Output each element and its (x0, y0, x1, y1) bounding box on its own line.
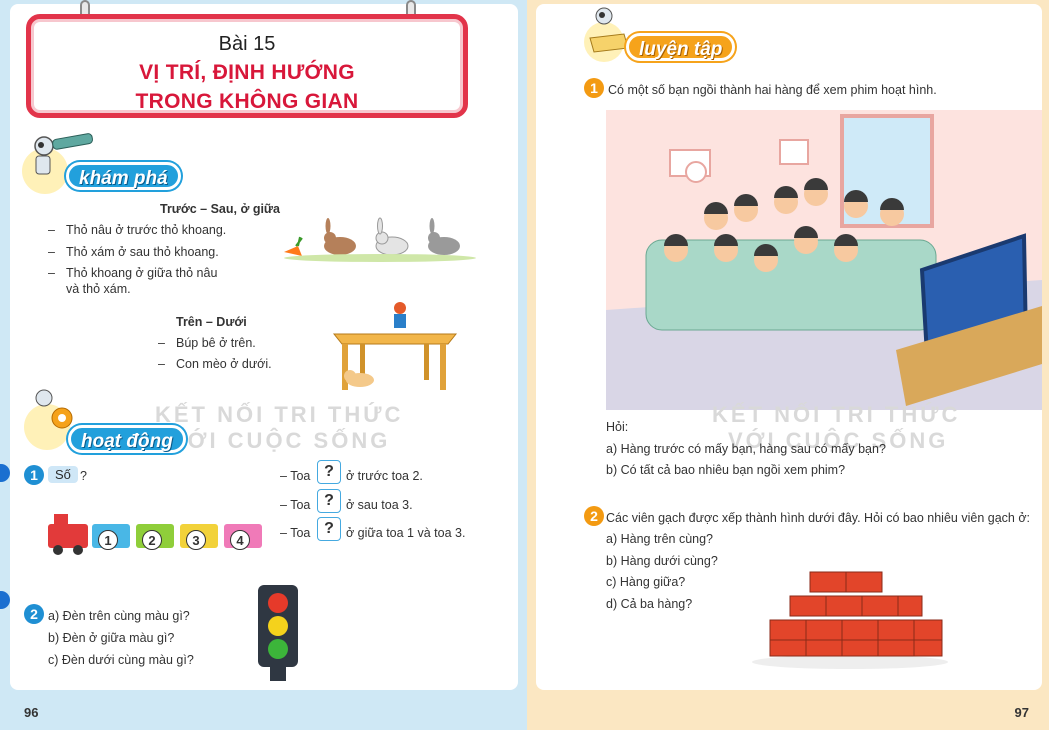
kids-watching-tv-illustration (606, 110, 1042, 410)
ex2-item-c: c) Đèn dưới cùng màu gì? (48, 653, 194, 667)
right-ex2-item-b: b) Hàng dưới cùng? (606, 554, 718, 568)
lesson-number: Bài 15 (218, 33, 276, 55)
right-ex1-text: Có một số bạn ngồi thành hai hàng để xem… (608, 83, 937, 97)
exercise-2-number: 2 (24, 604, 44, 624)
right-ex2-item-c: c) Hàng giữa? (606, 575, 686, 589)
right-ex2-text: Các viên gạch được xếp thành hình dưới đ… (606, 511, 1030, 525)
ex1-line-3-post: ở giữa toa 1 và toa 3. (346, 526, 466, 540)
luyen-tap-badge: luyện tập (626, 33, 736, 61)
right-ex1-item-a: a) Hàng trước có mấy bạn, hàng sau có mấ… (606, 442, 886, 456)
kham-pha-item-3-cont: và thỏ xám. (66, 282, 131, 296)
exercise-1-question-mark: ? (80, 469, 87, 483)
kham-pha-item-4: Búp bê ở trên. (158, 335, 256, 351)
rabbits-illustration (284, 217, 476, 262)
right-ex2-item-a: a) Hàng trên cùng? (606, 532, 714, 546)
kham-pha-item-5: Con mèo ở dưới. (158, 356, 272, 372)
train-car-1: 1 (98, 530, 118, 550)
page-number-right: 97 (1014, 705, 1029, 720)
kham-pha-heading-1: Trước – Sau, ở giữa (160, 202, 280, 216)
hoat-dong-badge: hoạt động (68, 425, 186, 453)
ex1-answer-box-3[interactable]: ? (317, 517, 341, 541)
kham-pha-item-1: Thỏ nâu ở trước thỏ khoang. (48, 222, 226, 238)
ex1-line-1-pre: – Toa (280, 469, 311, 483)
watermark-left-2: VỚI CUỘC SỐNG (170, 428, 391, 453)
ex1-line-2-pre: – Toa (280, 498, 311, 512)
train-car-2: 2 (142, 530, 162, 550)
bricks-illustration (752, 571, 948, 669)
watermark-left-1: KẾT NỐI TRI THỨC (155, 402, 404, 427)
lesson-title-box: Bài 15 VỊ TRÍ, ĐỊNH HƯỚNG TRONG KHÔNG GI… (26, 14, 468, 118)
exercise-1-number: 1 (24, 465, 44, 485)
right-exercise-1-number: 1 (584, 78, 604, 98)
ex1-line-2-post: ở sau toa 3. (346, 498, 413, 512)
ex1-answer-box-2[interactable]: ? (317, 489, 341, 513)
exercise-1-so-label: Số (48, 466, 78, 483)
right-ex1-item-b: b) Có tất cả bao nhiêu bạn ngồi xem phim… (606, 463, 846, 477)
watermark-right-1: KẾT NỐI TRI THỨC (712, 402, 961, 427)
page-number-left: 96 (24, 705, 39, 720)
robot-book-icon (589, 7, 629, 53)
traffic-light-illustration (258, 585, 298, 681)
right-exercise-2-number: 2 (584, 506, 604, 526)
kham-pha-heading-2: Trên – Dưới (176, 315, 247, 329)
ex1-line-1-post: ở trước toa 2. (346, 469, 423, 483)
kham-pha-item-2: Thỏ xám ở sau thỏ khoang. (48, 244, 219, 260)
train-car-3: 3 (186, 530, 206, 550)
train-car-4: 4 (230, 530, 250, 550)
lesson-title-line1: VỊ TRÍ, ĐỊNH HƯỚNG (139, 61, 355, 84)
ex1-answer-box-1[interactable]: ? (317, 460, 341, 484)
kham-pha-item-3: Thỏ khoang ở giữa thỏ nâu (48, 265, 217, 281)
ex1-line-3-pre: – Toa (280, 526, 311, 540)
right-ex2-item-d: d) Cả ba hàng? (606, 597, 693, 611)
ex2-item-b: b) Đèn ở giữa màu gì? (48, 631, 175, 645)
kham-pha-badge: khám phá (66, 162, 181, 190)
right-ex1-question-label: Hỏi: (606, 420, 629, 434)
table-doll-cat-illustration (332, 302, 458, 390)
ex2-item-a: a) Đèn trên cùng màu gì? (48, 609, 190, 623)
lesson-title-line2: TRONG KHÔNG GIAN (135, 90, 359, 113)
